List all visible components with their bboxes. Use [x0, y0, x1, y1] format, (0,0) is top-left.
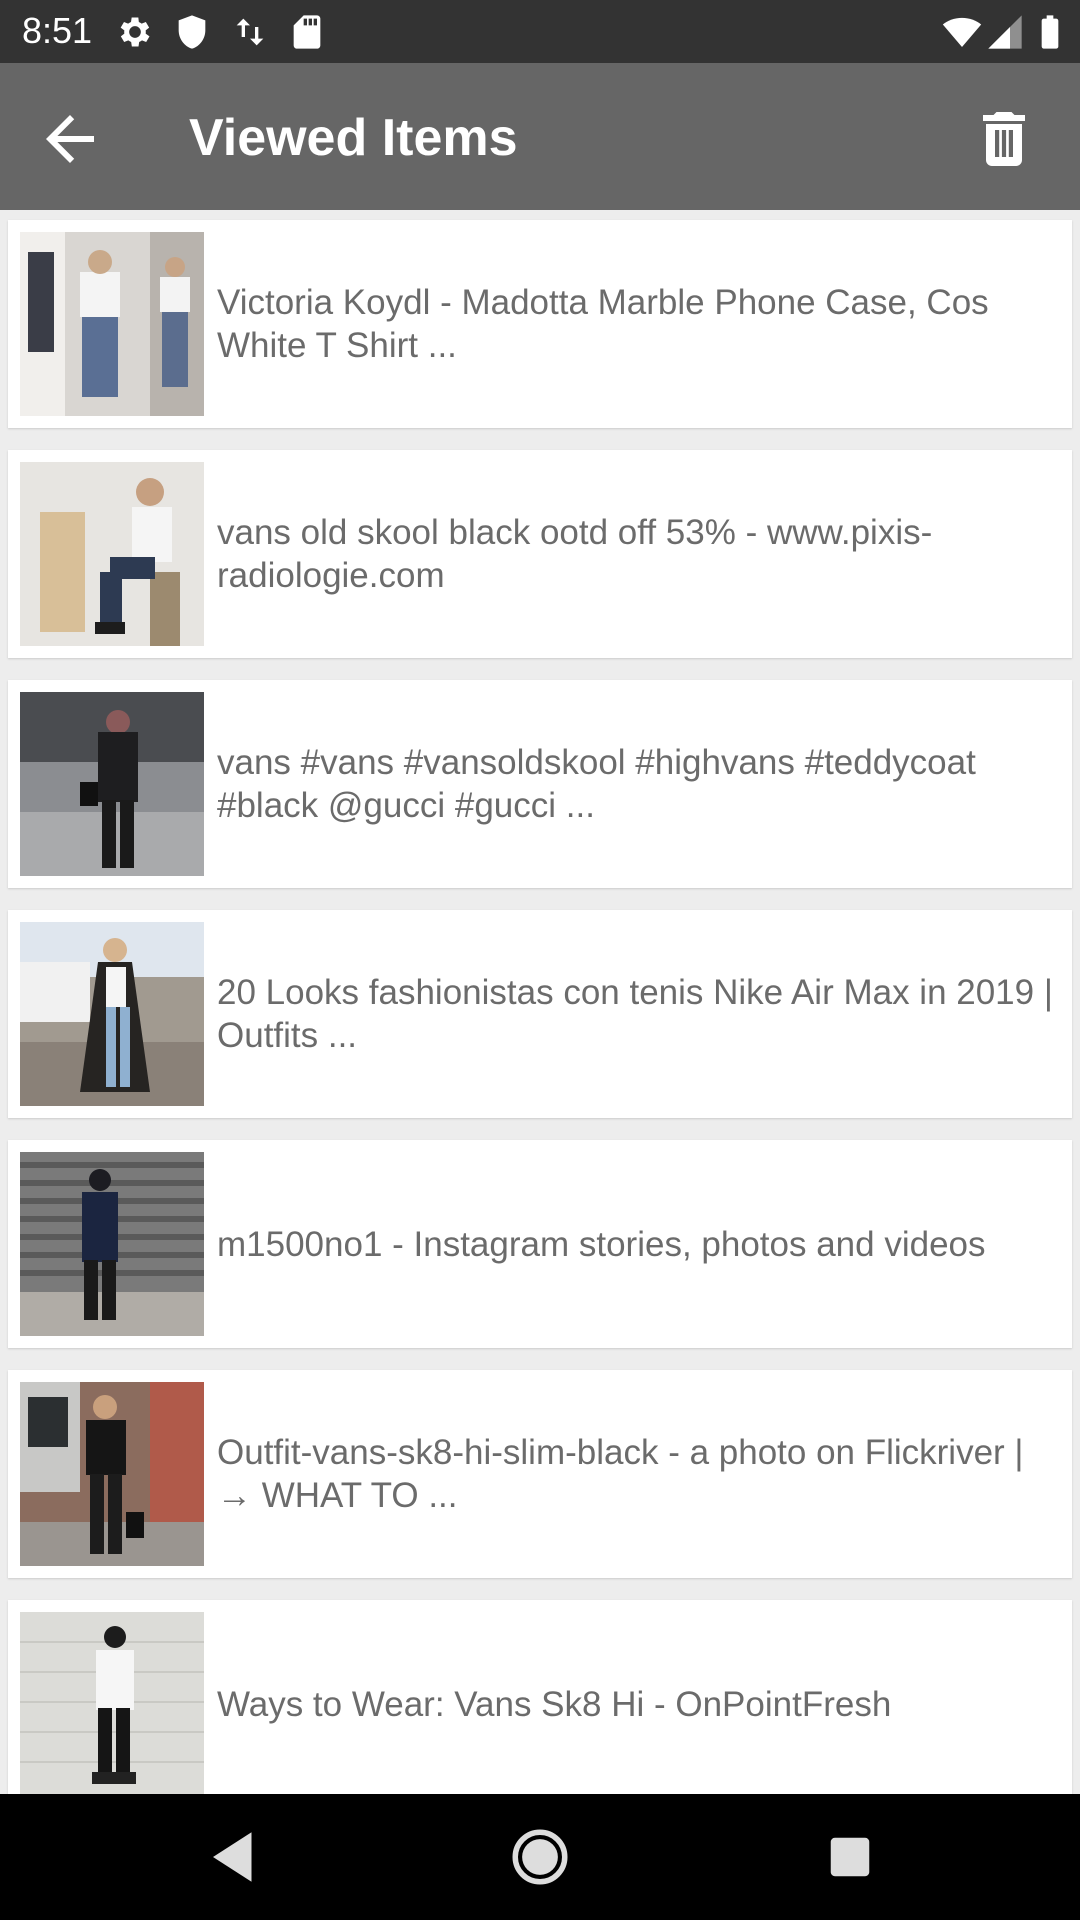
item-thumbnail [20, 462, 204, 646]
page-title: Viewed Items [189, 109, 518, 167]
arrow-back-icon [46, 115, 94, 163]
sd-card-icon [293, 15, 321, 49]
item-title: 20 Looks fashionistas con tenis Nike Air… [217, 973, 1053, 1055]
item-title: vans #vans #vansoldskool #highvans #tedd… [217, 743, 976, 825]
shield-icon [178, 15, 206, 49]
item-thumbnail [20, 692, 204, 876]
item-title: Ways to Wear: Vans Sk8 Hi - OnPointFresh [217, 1684, 892, 1724]
item-title: vans old skool black ootd off 53% - www.… [217, 513, 933, 595]
item-thumbnail [20, 1152, 204, 1336]
battery-icon [1041, 15, 1059, 49]
nav-back-icon [213, 1832, 252, 1882]
trash-icon [983, 112, 1025, 166]
item-title: Victoria Koydl - Madotta Marble Phone Ca… [217, 283, 989, 365]
list-item[interactable]: Outfit-vans-sk8-hi-slim-black - a photo … [8, 1370, 1072, 1578]
gear-icon [120, 17, 150, 47]
list-item[interactable]: Victoria Koydl - Madotta Marble Phone Ca… [8, 220, 1072, 428]
nav-home-button[interactable] [507, 1824, 573, 1890]
nav-recents-icon [830, 1837, 870, 1877]
status-time: 8:51 [22, 10, 93, 51]
item-thumbnail [20, 1382, 204, 1566]
cell-signal-icon [988, 15, 1022, 49]
nav-home-icon [512, 1829, 568, 1885]
navigation-bar [0, 1794, 1080, 1920]
list-item[interactable]: vans #vans #vansoldskool #highvans #tedd… [8, 680, 1072, 888]
item-thumbnail [20, 1612, 204, 1794]
item-title: Outfit-vans-sk8-hi-slim-black - a photo … [217, 1433, 1024, 1515]
list-item[interactable]: vans old skool black ootd off 53% - www.… [8, 450, 1072, 658]
list-item[interactable]: Ways to Wear: Vans Sk8 Hi - OnPointFresh [8, 1600, 1072, 1794]
data-transfer-icon [236, 18, 264, 46]
back-button[interactable] [34, 103, 106, 175]
nav-recents-button[interactable] [817, 1824, 883, 1890]
app-bar: Viewed Items [0, 63, 1080, 210]
item-title: m1500no1 - Instagram stories, photos and… [217, 1224, 986, 1264]
clear-history-button[interactable] [968, 103, 1040, 175]
nav-back-button[interactable] [202, 1824, 268, 1890]
list-item[interactable]: 20 Looks fashionistas con tenis Nike Air… [8, 910, 1072, 1118]
item-thumbnail [20, 922, 204, 1106]
viewed-items-list[interactable]: Victoria Koydl - Madotta Marble Phone Ca… [0, 210, 1080, 1794]
wifi-icon [942, 17, 982, 47]
status-bar: 8:51 [0, 0, 1080, 63]
item-thumbnail [20, 232, 204, 416]
list-item[interactable]: m1500no1 - Instagram stories, photos and… [8, 1140, 1072, 1348]
